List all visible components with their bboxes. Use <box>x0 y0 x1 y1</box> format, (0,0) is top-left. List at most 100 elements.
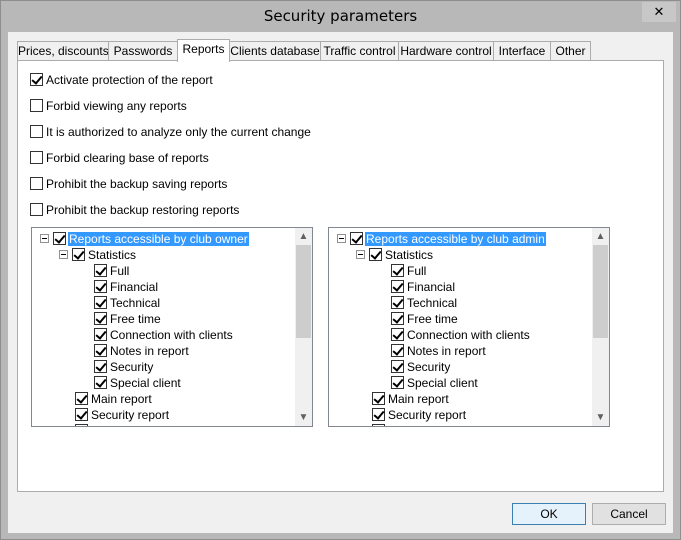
checkbox[interactable] <box>372 392 385 406</box>
checkbox[interactable] <box>391 360 404 374</box>
checkbox[interactable] <box>30 177 43 191</box>
tree-node-notes[interactable]: Notes in report <box>391 342 487 358</box>
checkbox[interactable] <box>94 344 107 358</box>
tree-node-root[interactable]: Reports accessible by club owner <box>40 230 249 246</box>
option-forbid-clearing[interactable]: Forbid clearing base of reports <box>30 150 209 166</box>
tree-node-security[interactable]: Security <box>94 358 154 374</box>
tree-node-main-report[interactable]: Main report <box>372 390 450 406</box>
checkbox[interactable] <box>94 328 107 342</box>
checkbox[interactable] <box>94 296 107 310</box>
minus-box-icon[interactable] <box>40 234 49 244</box>
security-parameters-window: Security parameters ✕ Prices, discounts … <box>0 0 681 540</box>
checkbox[interactable] <box>391 264 404 278</box>
tab-hardware-control[interactable]: Hardware control <box>398 41 494 61</box>
checkbox[interactable] <box>94 264 107 278</box>
tab-interface[interactable]: Interface <box>493 41 551 61</box>
checkbox[interactable] <box>391 344 404 358</box>
option-prohibit-backup-restoring[interactable]: Prohibit the backup restoring reports <box>30 202 239 218</box>
checkbox[interactable] <box>94 280 107 294</box>
window-title: Security parameters <box>263 7 418 25</box>
checkbox[interactable] <box>75 424 88 426</box>
checkbox[interactable] <box>391 328 404 342</box>
tree-node-connection[interactable]: Connection with clients <box>94 326 234 342</box>
minus-box-icon[interactable] <box>59 250 68 260</box>
tree-node-free-time[interactable]: Free time <box>94 310 162 326</box>
node-label: Statistics <box>385 247 434 262</box>
tree-node-free-time[interactable]: Free time <box>391 310 459 326</box>
tree-node-financial[interactable]: Financial <box>94 278 159 294</box>
node-label: Main report <box>91 391 152 406</box>
ok-button[interactable]: OK <box>512 503 586 525</box>
checkbox[interactable] <box>372 408 385 422</box>
checkbox[interactable] <box>94 376 107 390</box>
tree-node-full[interactable]: Full <box>391 262 427 278</box>
tree-node-notes[interactable]: Notes in report <box>94 342 190 358</box>
node-label: Special client <box>407 375 478 390</box>
minus-box-icon[interactable] <box>337 234 346 244</box>
tree-scrollbar[interactable]: ▲ ▼ <box>592 228 609 426</box>
scroll-down-icon[interactable]: ▼ <box>295 409 312 426</box>
option-forbid-viewing[interactable]: Forbid viewing any reports <box>30 98 187 114</box>
tree-node-statistics[interactable]: Statistics <box>356 246 434 262</box>
checkbox[interactable] <box>94 312 107 326</box>
checkbox[interactable] <box>372 424 385 426</box>
scroll-thumb[interactable] <box>296 245 311 338</box>
checkbox[interactable] <box>72 248 85 262</box>
tab-clients-database[interactable]: Clients database <box>229 41 321 61</box>
checkbox[interactable] <box>30 73 43 87</box>
option-current-change-only[interactable]: It is authorized to analyze only the cur… <box>30 124 311 140</box>
checkbox[interactable] <box>391 296 404 310</box>
checkbox[interactable] <box>391 280 404 294</box>
tree-node-connection[interactable]: Connection with clients <box>391 326 531 342</box>
checkbox[interactable] <box>75 392 88 406</box>
checkbox[interactable] <box>391 376 404 390</box>
checkbox[interactable] <box>369 248 382 262</box>
tree-node-financial[interactable]: Financial <box>391 278 456 294</box>
checkbox[interactable] <box>30 151 43 165</box>
tree-content: Reports accessible by club admin Statist… <box>329 228 592 426</box>
tree-node-security-report[interactable]: Security report <box>372 406 467 422</box>
tree-node-partial[interactable] <box>75 422 90 426</box>
tree-node-statistics[interactable]: Statistics <box>59 246 137 262</box>
close-button[interactable]: ✕ <box>642 2 676 22</box>
tree-node-main-report[interactable]: Main report <box>75 390 153 406</box>
tree-node-root[interactable]: Reports accessible by club admin <box>337 230 546 246</box>
node-label: Notes in report <box>407 343 486 358</box>
minus-box-icon[interactable] <box>356 250 365 260</box>
scroll-up-icon[interactable]: ▲ <box>295 228 312 245</box>
checkbox[interactable] <box>30 203 43 217</box>
tree-scrollbar[interactable]: ▲ ▼ <box>295 228 312 426</box>
tree-reports-owner[interactable]: Reports accessible by club owner Statist… <box>31 227 313 427</box>
tree-node-special-client[interactable]: Special client <box>94 374 182 390</box>
tree-node-partial[interactable] <box>372 422 387 426</box>
scroll-up-icon[interactable]: ▲ <box>592 228 609 245</box>
node-label: Security <box>110 359 154 374</box>
cancel-button[interactable]: Cancel <box>592 503 666 525</box>
checkbox[interactable] <box>391 312 404 326</box>
tab-traffic-control[interactable]: Traffic control <box>320 41 399 61</box>
tree-node-special-client[interactable]: Special client <box>391 374 479 390</box>
node-label: Statistics <box>88 247 137 262</box>
checkbox[interactable] <box>94 360 107 374</box>
tree-node-full[interactable]: Full <box>94 262 130 278</box>
tab-other[interactable]: Other <box>550 41 591 61</box>
checkbox[interactable] <box>75 408 88 422</box>
tree-node-security[interactable]: Security <box>391 358 451 374</box>
reports-tab-panel: Activate protection of the report Forbid… <box>17 60 664 492</box>
checkbox[interactable] <box>53 232 66 246</box>
option-prohibit-backup-saving[interactable]: Prohibit the backup saving reports <box>30 176 227 192</box>
option-label: Forbid viewing any reports <box>46 98 187 113</box>
checkbox[interactable] <box>30 125 43 139</box>
option-activate-protection[interactable]: Activate protection of the report <box>30 72 213 88</box>
scroll-down-icon[interactable]: ▼ <box>592 409 609 426</box>
tree-node-technical[interactable]: Technical <box>391 294 458 310</box>
tree-node-security-report[interactable]: Security report <box>75 406 170 422</box>
tree-reports-admin[interactable]: Reports accessible by club admin Statist… <box>328 227 610 427</box>
tree-node-technical[interactable]: Technical <box>94 294 161 310</box>
checkbox[interactable] <box>30 99 43 113</box>
tab-reports[interactable]: Reports <box>177 39 230 62</box>
scroll-thumb[interactable] <box>593 245 608 338</box>
tab-passwords[interactable]: Passwords <box>108 41 178 61</box>
tab-prices-discounts[interactable]: Prices, discounts <box>17 41 109 61</box>
checkbox[interactable] <box>350 232 363 246</box>
